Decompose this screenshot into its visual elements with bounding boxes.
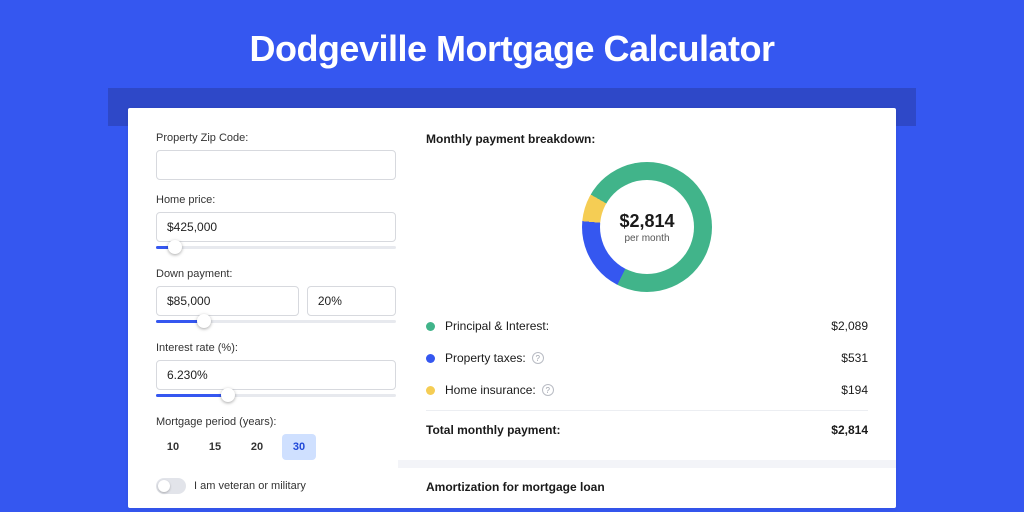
breakdown-title: Monthly payment breakdown: [426,132,868,154]
legend-dot-ins [426,386,435,395]
mortgage-period-label: Mortgage period (years): [156,416,396,428]
breakdown-amount: $531 [841,351,868,365]
total-row: Total monthly payment: $2,814 [426,410,868,446]
slider-fill [156,394,228,397]
breakdown-column: Monthly payment breakdown: $2,814 per mo… [426,132,868,508]
donut-wrap: $2,814 per month [426,162,868,292]
form-column: Property Zip Code: Home price: Down paym… [156,132,396,508]
down-payment-input[interactable] [156,286,299,316]
interest-rate-label: Interest rate (%): [156,342,396,354]
breakdown-label: Home insurance: [445,383,536,397]
toggle-knob [158,480,170,492]
period-button-15[interactable]: 15 [198,434,232,460]
home-price-input[interactable] [156,212,396,242]
home-price-label: Home price: [156,194,396,206]
breakdown-label: Principal & Interest: [445,319,549,333]
calculator-card: Property Zip Code: Home price: Down paym… [128,108,896,508]
legend-dot-tax [426,354,435,363]
breakdown-row-pi: Principal & Interest: $2,089 [426,310,868,342]
home-price-field: Home price: [156,194,396,254]
veteran-label: I am veteran or military [194,480,306,492]
slider-track [156,246,396,249]
down-payment-slider[interactable] [156,314,396,328]
donut-sub: per month [624,233,669,244]
interest-rate-slider[interactable] [156,388,396,402]
zip-label: Property Zip Code: [156,132,396,144]
legend-dot-pi [426,322,435,331]
veteran-toggle[interactable] [156,478,186,494]
down-payment-pct-input[interactable] [307,286,396,316]
breakdown-amount: $194 [841,383,868,397]
total-amount: $2,814 [831,423,868,437]
period-button-20[interactable]: 20 [240,434,274,460]
breakdown-row-tax: Property taxes:? $531 [426,342,868,374]
page-title: Dodgeville Mortgage Calculator [0,0,1024,88]
period-button-30[interactable]: 30 [282,434,316,460]
breakdown-label: Property taxes: [445,351,526,365]
period-button-10[interactable]: 10 [156,434,190,460]
slider-thumb[interactable] [197,314,211,328]
down-payment-field: Down payment: [156,268,396,328]
veteran-row: I am veteran or military [156,478,396,494]
interest-rate-field: Interest rate (%): [156,342,396,402]
amortization-title: Amortization for mortgage loan [426,480,868,502]
slider-thumb[interactable] [168,240,182,254]
slider-thumb[interactable] [221,388,235,402]
donut-chart: $2,814 per month [582,162,712,292]
amortization-section: Amortization for mortgage loan Amortizat… [398,460,896,512]
total-label: Total monthly payment: [426,423,560,437]
interest-rate-input[interactable] [156,360,396,390]
down-payment-label: Down payment: [156,268,396,280]
zip-input[interactable] [156,150,396,180]
breakdown-row-ins: Home insurance:? $194 [426,374,868,406]
breakdown-lines: Principal & Interest: $2,089 Property taxe… [426,310,868,406]
breakdown-amount: $2,089 [831,319,868,333]
donut-center: $2,814 per month [600,180,694,274]
period-buttons: 10 15 20 30 [156,434,396,460]
home-price-slider[interactable] [156,240,396,254]
mortgage-period-field: Mortgage period (years): 10 15 20 30 [156,416,396,460]
help-icon[interactable]: ? [542,384,554,396]
help-icon[interactable]: ? [532,352,544,364]
zip-field: Property Zip Code: [156,132,396,180]
donut-amount: $2,814 [619,211,674,232]
